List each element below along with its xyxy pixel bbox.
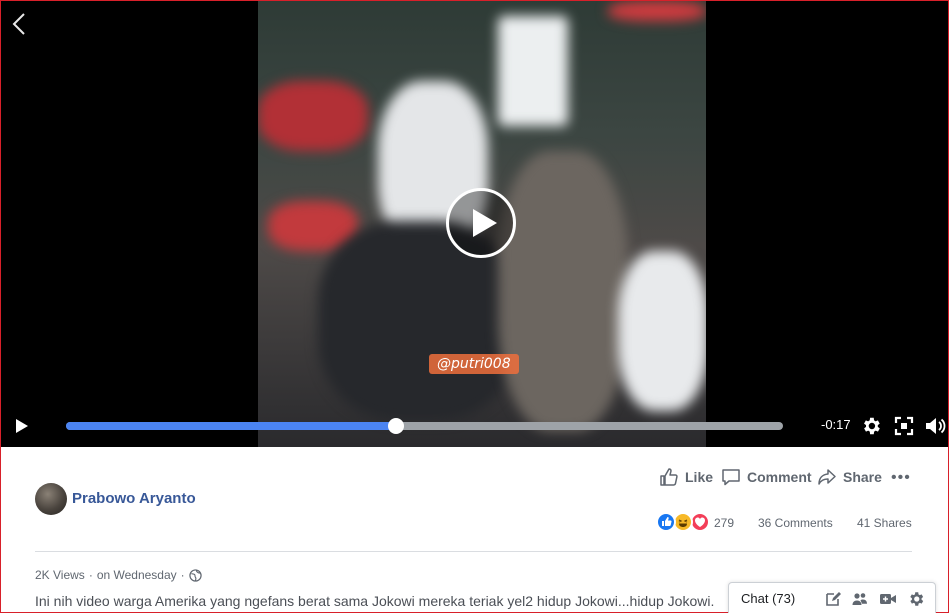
progress-bar[interactable]	[66, 418, 783, 434]
reaction-count[interactable]: 279	[714, 516, 734, 530]
play-icon[interactable]	[13, 417, 31, 435]
share-arrow-icon	[818, 469, 836, 485]
like-button[interactable]: Like	[659, 467, 713, 487]
like-label: Like	[685, 469, 714, 485]
progress-fill	[66, 422, 396, 430]
video-content-shape	[258, 81, 368, 151]
comments-count-link[interactable]: 36 Comments	[758, 516, 833, 530]
author-name[interactable]: Prabowo Aryanto	[72, 490, 196, 507]
video-content-shape	[498, 16, 568, 126]
meta-separator: ·	[88, 568, 93, 582]
share-button[interactable]: Share	[817, 467, 882, 487]
divider	[35, 551, 912, 552]
video-controls: -0:17	[1, 405, 948, 447]
video-player[interactable]: @putri008 -0:17	[1, 1, 948, 447]
video-call-icon[interactable]	[879, 590, 897, 608]
time-remaining: -0:17	[821, 417, 851, 432]
comment-button[interactable]: Comment	[721, 467, 812, 487]
author-avatar[interactable]	[35, 483, 67, 515]
settings-gear-icon[interactable]	[907, 590, 925, 608]
video-content-shape	[618, 251, 706, 411]
post-caption: Ini nih video warga Amerika yang ngefans…	[35, 593, 715, 609]
like-icon	[656, 512, 676, 532]
new-message-icon[interactable]	[824, 590, 842, 608]
post-meta: 2K Views · on Wednesday ·	[35, 568, 202, 582]
volume-icon[interactable]	[924, 415, 946, 437]
public-globe-icon[interactable]	[188, 568, 202, 582]
chat-label[interactable]: Chat (73)	[741, 591, 795, 606]
thumbs-up-icon	[660, 468, 678, 486]
settings-gear-icon[interactable]	[860, 415, 882, 437]
meta-separator: ·	[180, 568, 185, 582]
shares-count-link[interactable]: 41 Shares	[857, 516, 912, 530]
share-label: Share	[843, 469, 882, 485]
chat-bar[interactable]: Chat (73)	[728, 582, 936, 613]
haha-icon	[673, 512, 693, 532]
create-group-icon[interactable]	[851, 590, 869, 608]
comment-icon	[722, 469, 740, 486]
play-overlay-button[interactable]	[446, 188, 516, 258]
video-content-shape	[608, 1, 706, 21]
post-time[interactable]: on Wednesday	[97, 568, 177, 582]
comment-label: Comment	[747, 469, 812, 485]
view-count: 2K Views	[35, 568, 85, 582]
video-watermark: @putri008	[429, 354, 519, 374]
video-content-shape	[498, 151, 628, 431]
fullscreen-icon[interactable]	[893, 415, 915, 437]
play-icon	[473, 209, 497, 237]
love-icon	[690, 512, 710, 532]
progress-scrubber[interactable]	[387, 418, 404, 434]
more-options-button[interactable]: •••	[891, 469, 911, 487]
back-arrow-icon[interactable]	[9, 11, 29, 37]
